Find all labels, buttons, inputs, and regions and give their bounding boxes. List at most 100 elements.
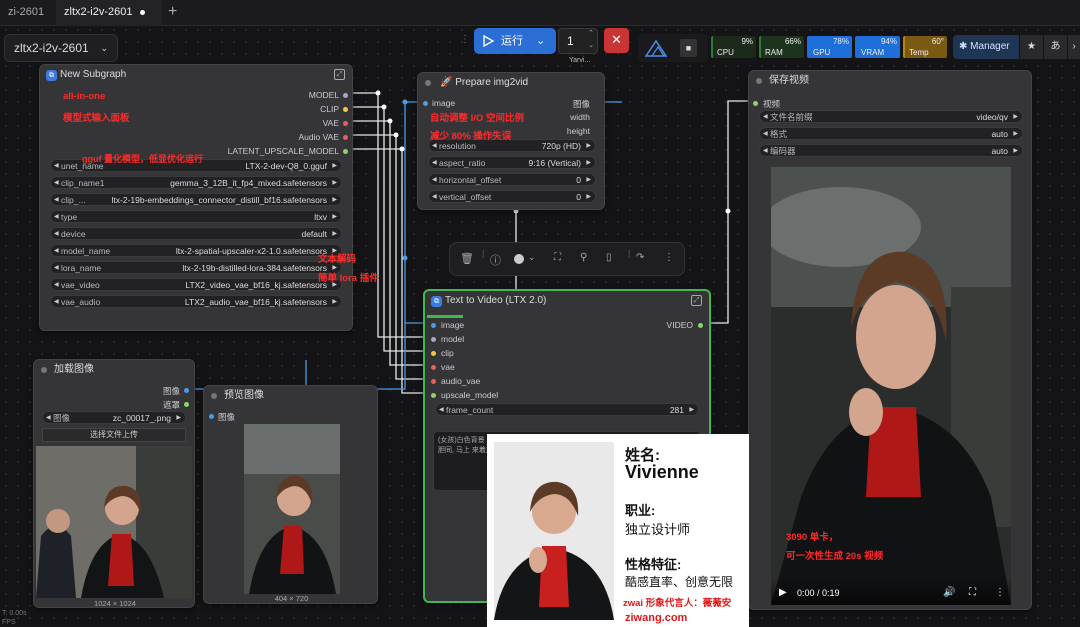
widget-format[interactable]: 格式 auto	[759, 127, 1023, 140]
expand-icon[interactable]: ⤢	[334, 69, 345, 80]
port-dot[interactable]	[431, 337, 436, 342]
subgraph-node[interactable]: ⧉ New Subgraph ⤢ MODEL CLIP VAE Audio VAE …	[39, 64, 353, 331]
widget-type[interactable]: type ltxv	[50, 210, 342, 223]
widget-device[interactable]: device default	[50, 227, 342, 240]
widget-model-name[interactable]: model_name ltx-2-spatial-upscaler-x2-1.0.…	[50, 244, 342, 257]
load-image-node[interactable]: 加载图像 图像 遮罩 图像 zc_00017_.png 选择文件上传 1024 ×…	[33, 359, 195, 608]
input-audio-vae[interactable]: audio_vae	[431, 376, 480, 386]
port-dot[interactable]	[209, 414, 214, 419]
widget-value: 720p (HD)	[541, 141, 581, 151]
input-image[interactable]: image	[431, 320, 464, 330]
port-dot[interactable]	[431, 351, 436, 356]
node-title[interactable]: 预览图像	[204, 386, 377, 406]
upload-button[interactable]: 选择文件上传	[42, 428, 186, 442]
image-size-label: 404 × 720	[274, 594, 309, 603]
chevron-down-icon[interactable]: ⌄	[528, 252, 536, 263]
widget-vae-video[interactable]: vae_video LTX2_video_vae_bf16_kj.safetens…	[50, 278, 342, 291]
portrait-preview	[244, 424, 340, 594]
port-dot[interactable]	[343, 149, 348, 154]
more-icon[interactable]: ⋮	[664, 252, 674, 263]
fullscreen-icon[interactable]: ⛶	[969, 587, 976, 598]
volume-icon[interactable]: 🔊	[943, 587, 955, 598]
more-icon[interactable]: ⋮	[995, 587, 1005, 598]
port-dot[interactable]	[431, 393, 436, 398]
output-video[interactable]: VIDEO	[667, 320, 703, 330]
output-clip[interactable]: CLIP	[320, 104, 348, 114]
input-image[interactable]: 图像	[209, 411, 235, 423]
widget-label: horizontal_offset	[439, 175, 502, 185]
input-clip[interactable]: clip	[431, 348, 454, 358]
trash-icon[interactable]: 🗑	[460, 252, 474, 265]
port-label: CLIP	[320, 104, 339, 114]
expand-icon[interactable]: ⤢	[691, 295, 702, 306]
port-dot[interactable]	[343, 121, 348, 126]
port-dot[interactable]	[343, 107, 348, 112]
output-vae[interactable]: VAE	[323, 118, 348, 128]
play-icon[interactable]: ▶	[779, 587, 787, 598]
input-image[interactable]: image	[423, 98, 455, 108]
port-dot[interactable]	[431, 365, 436, 370]
widget-value: 0	[576, 192, 581, 202]
redo-icon[interactable]: ↷	[636, 252, 644, 263]
widget-label: frame_count	[446, 405, 494, 415]
widget-horizontal-offset[interactable]: horizontal_offset 0	[428, 173, 596, 186]
widget-clip-name2[interactable]: clip_... ltx-2-19b-embeddings_connector_d…	[50, 193, 342, 206]
annotation-gguf: gguf 量化模型，低显优化运行	[82, 154, 203, 164]
fit-view-icon[interactable]: ⛶	[554, 252, 561, 263]
card-portrait	[494, 442, 614, 620]
info-icon[interactable]: ⓘ	[490, 252, 501, 268]
node-title[interactable]: ⧉ New Subgraph ⤢	[40, 65, 352, 85]
subgraph-icon: ⧉	[431, 296, 442, 307]
input-model[interactable]: model	[431, 334, 464, 344]
node-title[interactable]: 保存视频	[749, 71, 1031, 91]
port-dot[interactable]	[698, 323, 703, 328]
port-dot[interactable]	[423, 101, 428, 106]
port-label: width	[570, 112, 590, 122]
output-model[interactable]: MODEL	[309, 90, 348, 100]
port-dot[interactable]	[343, 93, 348, 98]
node-title[interactable]: 加载图像	[34, 360, 194, 380]
port-dot[interactable]	[431, 379, 436, 384]
node-title[interactable]: 🚀 Prepare img2vid	[418, 73, 604, 93]
widget-value: 9:16 (Vertical)	[528, 158, 581, 168]
output-width[interactable]: width	[570, 112, 590, 122]
input-vae[interactable]: vae	[431, 362, 455, 372]
render-time: T: 0.00s	[2, 610, 27, 617]
widget-filename-prefix[interactable]: 文件名前缀 video/qv	[759, 110, 1023, 123]
widget-clip-name1[interactable]: clip_name1 gemma_3_12B_it_fp4_mixed.safet…	[50, 176, 342, 189]
port-dot[interactable]	[184, 402, 189, 407]
widget-aspect-ratio[interactable]: aspect_ratio 9:16 (Vertical)	[428, 156, 596, 169]
annotation-embed: 模型式输入面板	[63, 113, 130, 124]
widget-label: device	[61, 229, 86, 239]
widget-image[interactable]: 图像 zc_00017_.png	[42, 411, 186, 424]
node-title[interactable]: ⧉ Text to Video (LTX 2.0) ⤢	[425, 291, 709, 311]
card-site: ziwang.com	[625, 612, 688, 624]
port-dot[interactable]	[431, 323, 436, 328]
port-label: 遮罩	[162, 400, 180, 410]
color-icon[interactable]	[514, 254, 524, 264]
output-image[interactable]: 图像	[573, 98, 590, 110]
widget-vertical-offset[interactable]: vertical_offset 0	[428, 190, 596, 203]
convert-icon[interactable]: ⚲	[580, 252, 587, 263]
input-video[interactable]: 视频	[753, 98, 780, 110]
output-height[interactable]: height	[567, 126, 590, 136]
port-dot[interactable]	[753, 101, 758, 106]
output-audio-vae[interactable]: Audio VAE	[299, 132, 348, 142]
widget-codec[interactable]: 编码器 auto	[759, 144, 1023, 157]
output-mask[interactable]: 遮罩	[162, 399, 189, 411]
port-dot[interactable]	[184, 388, 189, 393]
output-image[interactable]: 图像	[163, 385, 189, 397]
video-time: 0:00 / 0:19	[797, 588, 840, 598]
port-dot[interactable]	[343, 135, 348, 140]
book-icon[interactable]: ▯	[606, 252, 612, 263]
widget-vae-audio[interactable]: vae_audio LTX2_audio_vae_bf16_kj.safetens…	[50, 295, 342, 308]
preview-image-node[interactable]: 预览图像 图像 404 × 720	[203, 385, 378, 604]
widget-label: vae_video	[61, 280, 100, 290]
widget-frame-count[interactable]: frame_count 281	[435, 403, 699, 416]
save-title: 保存视频	[769, 75, 809, 86]
port-label: 图像	[572, 99, 590, 109]
port-label: LATENT_UPSCALE_MODEL	[227, 146, 339, 156]
input-upscale-model[interactable]: upscale_model	[431, 390, 498, 400]
output-latent-upscale-model[interactable]: LATENT_UPSCALE_MODEL	[227, 146, 348, 156]
widget-lora-name[interactable]: lora_name ltx-2-19b-distilled-lora-384.sa…	[50, 261, 342, 274]
